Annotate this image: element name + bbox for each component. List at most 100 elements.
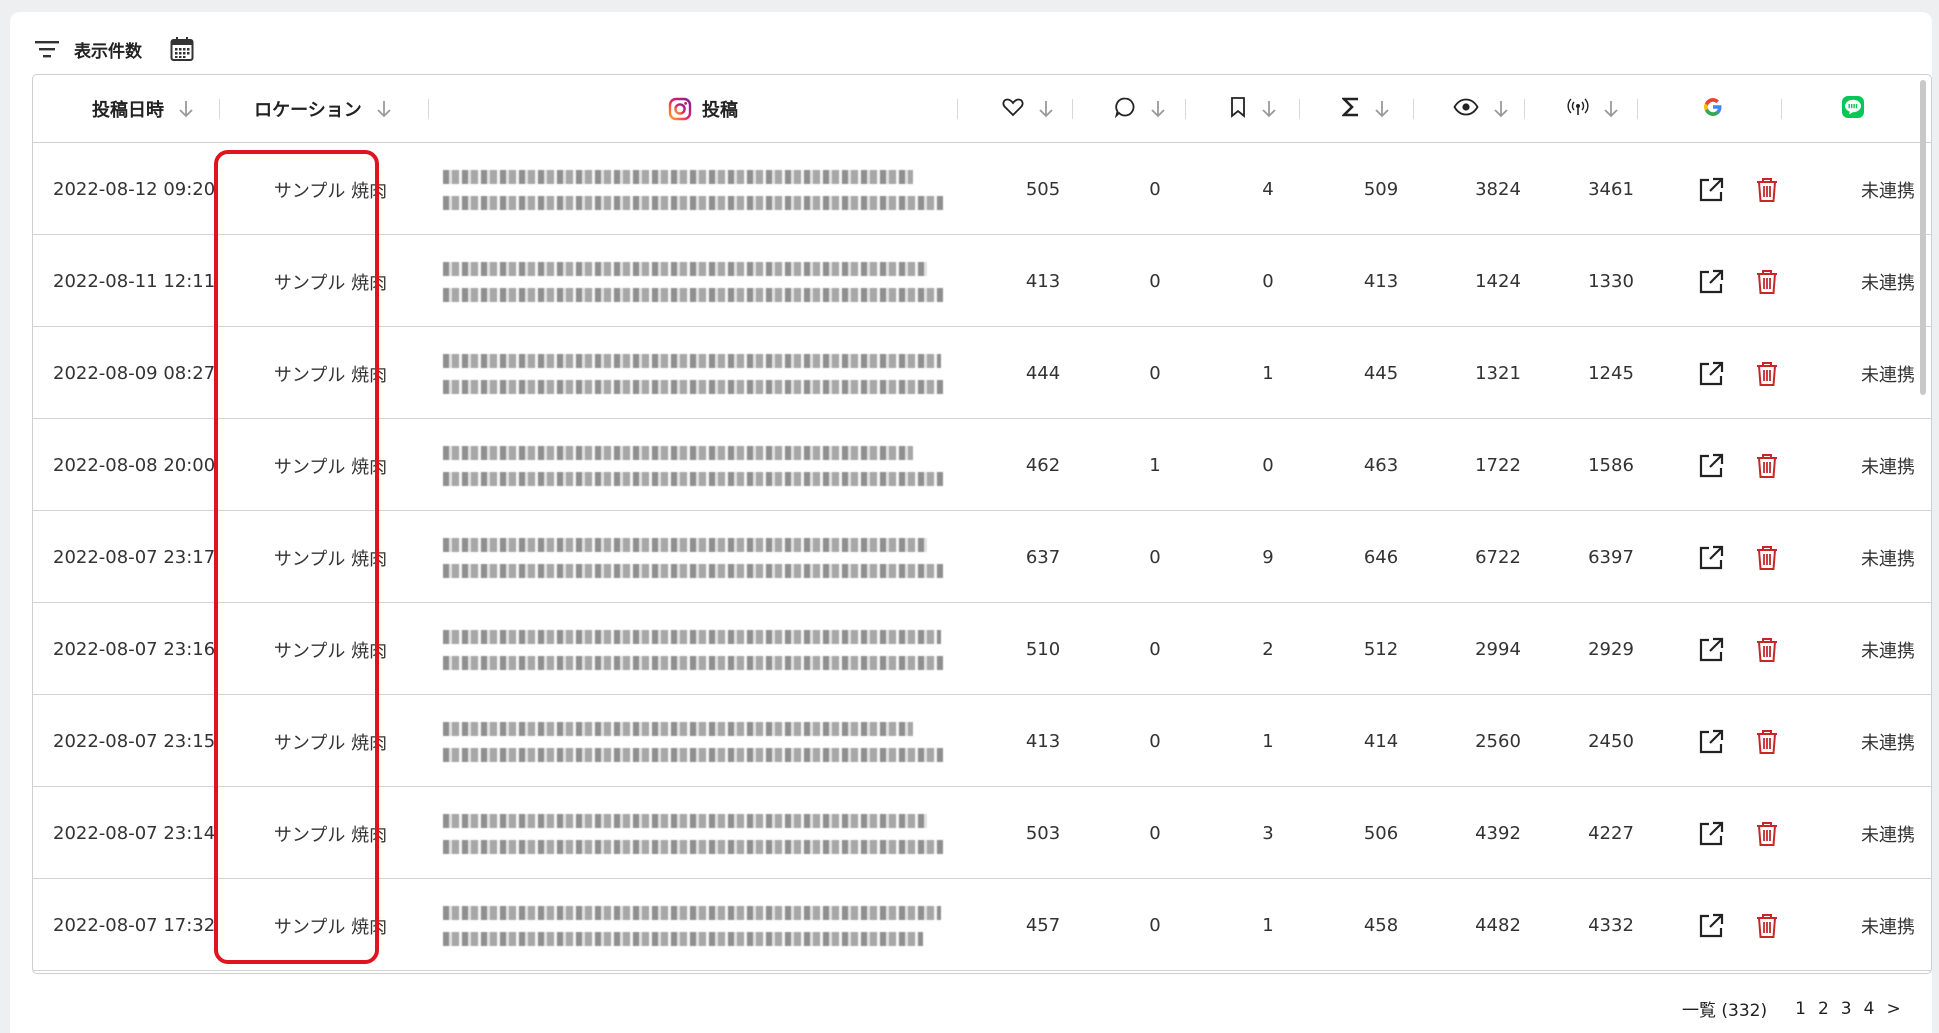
post-preview-line bbox=[443, 170, 913, 184]
post-preview-blurred[interactable] bbox=[443, 716, 953, 768]
vertical-scrollbar[interactable] bbox=[1920, 80, 1926, 395]
cell-total: 445 bbox=[1363, 363, 1399, 384]
external-link-icon[interactable] bbox=[1697, 176, 1725, 204]
sort-down-arrow-icon[interactable] bbox=[1261, 99, 1277, 119]
sort-down-arrow-icon[interactable] bbox=[1374, 99, 1390, 119]
table-row[interactable]: 2022-08-07 23:16 サンプル 焼肉 510 0 2 512 2994 2929 未… bbox=[33, 604, 1931, 695]
external-link-icon[interactable] bbox=[1697, 820, 1725, 848]
cell-total: 509 bbox=[1363, 179, 1399, 200]
table-row[interactable]: 2022-08-07 23:17 サンプル 焼肉 637 0 9 646 6722 6397 未… bbox=[33, 512, 1931, 603]
post-preview-line bbox=[443, 932, 923, 946]
header-saves[interactable] bbox=[1208, 75, 1298, 143]
external-link-icon[interactable] bbox=[1697, 636, 1725, 664]
page-link-2[interactable]: 2 bbox=[1818, 999, 1829, 1019]
post-preview-line bbox=[443, 446, 913, 460]
post-preview-blurred[interactable] bbox=[443, 440, 953, 492]
trash-icon[interactable] bbox=[1753, 268, 1781, 296]
trash-icon[interactable] bbox=[1753, 912, 1781, 940]
delete-post-cell bbox=[1749, 788, 1785, 879]
external-link-icon[interactable] bbox=[1697, 912, 1725, 940]
heart-icon bbox=[1002, 97, 1024, 122]
cell-reach: 1330 bbox=[1588, 271, 1634, 292]
sort-down-arrow-icon[interactable] bbox=[178, 99, 194, 119]
cell-comments: 1 bbox=[1149, 455, 1161, 476]
calendar-icon[interactable] bbox=[170, 36, 194, 62]
header-likes[interactable] bbox=[983, 75, 1073, 143]
external-link-icon[interactable] bbox=[1697, 728, 1725, 756]
cell-comments: 0 bbox=[1149, 179, 1161, 200]
trash-icon[interactable] bbox=[1753, 820, 1781, 848]
post-preview-blurred[interactable] bbox=[443, 348, 953, 400]
cell-impressions: 3824 bbox=[1475, 179, 1521, 200]
post-preview-blurred[interactable] bbox=[443, 256, 953, 308]
column-divider bbox=[219, 99, 220, 119]
header-location[interactable]: ロケーション bbox=[238, 75, 408, 143]
post-preview-blurred[interactable] bbox=[443, 532, 953, 584]
trash-icon[interactable] bbox=[1753, 636, 1781, 664]
external-link-icon[interactable] bbox=[1697, 360, 1725, 388]
column-divider bbox=[1413, 99, 1414, 119]
filter-icon[interactable] bbox=[34, 38, 60, 60]
header-total[interactable] bbox=[1321, 75, 1411, 143]
header-reach[interactable] bbox=[1548, 75, 1638, 143]
page-link-4[interactable]: 4 bbox=[1864, 999, 1875, 1019]
trash-icon[interactable] bbox=[1753, 176, 1781, 204]
cell-saves: 0 bbox=[1262, 271, 1274, 292]
sort-down-arrow-icon[interactable] bbox=[1493, 99, 1509, 119]
open-post-cell bbox=[1693, 144, 1729, 235]
page-link-3[interactable]: 3 bbox=[1841, 999, 1852, 1019]
trash-icon[interactable] bbox=[1753, 452, 1781, 480]
post-preview-blurred[interactable] bbox=[443, 808, 953, 860]
header-post: 投稿 bbox=[633, 75, 773, 143]
header-comments[interactable] bbox=[1095, 75, 1185, 143]
cell-date: 2022-08-07 17:32 bbox=[53, 915, 216, 936]
external-link-icon[interactable] bbox=[1697, 268, 1725, 296]
sort-down-arrow-icon[interactable] bbox=[1038, 99, 1054, 119]
column-divider bbox=[1299, 99, 1300, 119]
column-divider bbox=[1524, 99, 1525, 119]
bookmark-icon bbox=[1229, 96, 1247, 123]
table-row[interactable]: 2022-08-07 23:14 サンプル 焼肉 503 0 3 506 4392 4227 未… bbox=[33, 788, 1931, 879]
header-impressions[interactable] bbox=[1431, 75, 1531, 143]
sort-down-arrow-icon[interactable] bbox=[1150, 99, 1166, 119]
cell-comments: 0 bbox=[1149, 547, 1161, 568]
table-row[interactable]: 2022-08-12 09:20 サンプル 焼肉 505 0 4 509 3824 3461 未… bbox=[33, 144, 1931, 235]
table-row[interactable]: 2022-08-11 12:11 サンプル 焼肉 413 0 0 413 1424 1330 未… bbox=[33, 236, 1931, 327]
cell-reach: 1586 bbox=[1588, 455, 1634, 476]
trash-icon[interactable] bbox=[1753, 544, 1781, 572]
cell-reach: 4332 bbox=[1588, 915, 1634, 936]
post-preview-blurred[interactable] bbox=[443, 900, 953, 952]
instagram-icon bbox=[668, 97, 692, 121]
post-preview-blurred[interactable] bbox=[443, 624, 953, 676]
page-link-1[interactable]: 1 bbox=[1795, 999, 1806, 1019]
cell-total: 646 bbox=[1363, 547, 1399, 568]
cell-location: サンプル 焼肉 bbox=[273, 548, 388, 570]
table-row[interactable]: 2022-08-08 20:00 サンプル 焼肉 462 1 0 463 1722 1586 未… bbox=[33, 420, 1931, 511]
table-row[interactable]: 2022-08-09 08:27 サンプル 焼肉 444 0 1 445 1321 1245 未… bbox=[33, 328, 1931, 419]
table-row[interactable]: 2022-08-07 23:15 サンプル 焼肉 413 0 1 414 2560 2450 未… bbox=[33, 696, 1931, 787]
toolbar: 表示件数 bbox=[34, 34, 194, 64]
table-row[interactable]: 2022-08-07 17:32 サンプル 焼肉 457 0 1 458 4482 4332 未… bbox=[33, 880, 1931, 971]
sort-down-arrow-icon[interactable] bbox=[376, 99, 392, 119]
post-preview-line bbox=[443, 814, 927, 828]
post-preview-blurred[interactable] bbox=[443, 164, 953, 216]
delete-post-cell bbox=[1749, 604, 1785, 695]
cell-date: 2022-08-07 23:15 bbox=[53, 731, 216, 752]
cell-comments: 0 bbox=[1149, 823, 1161, 844]
external-link-icon[interactable] bbox=[1697, 544, 1725, 572]
cell-date: 2022-08-07 23:16 bbox=[53, 639, 216, 660]
cell-likes: 413 bbox=[1025, 271, 1061, 292]
cell-location: サンプル 焼肉 bbox=[273, 824, 388, 846]
trash-icon[interactable] bbox=[1753, 360, 1781, 388]
external-link-icon[interactable] bbox=[1697, 452, 1725, 480]
post-preview-line bbox=[443, 840, 943, 854]
header-post-label: 投稿 bbox=[702, 100, 738, 121]
sort-down-arrow-icon[interactable] bbox=[1603, 99, 1619, 119]
cell-location: サンプル 焼肉 bbox=[273, 364, 388, 386]
header-date[interactable]: 投稿日時 bbox=[68, 75, 218, 143]
cell-total: 512 bbox=[1363, 639, 1399, 660]
post-preview-line bbox=[443, 748, 943, 762]
trash-icon[interactable] bbox=[1753, 728, 1781, 756]
next-page-button[interactable]: > bbox=[1886, 999, 1900, 1019]
display-count-label[interactable]: 表示件数 bbox=[74, 37, 142, 62]
